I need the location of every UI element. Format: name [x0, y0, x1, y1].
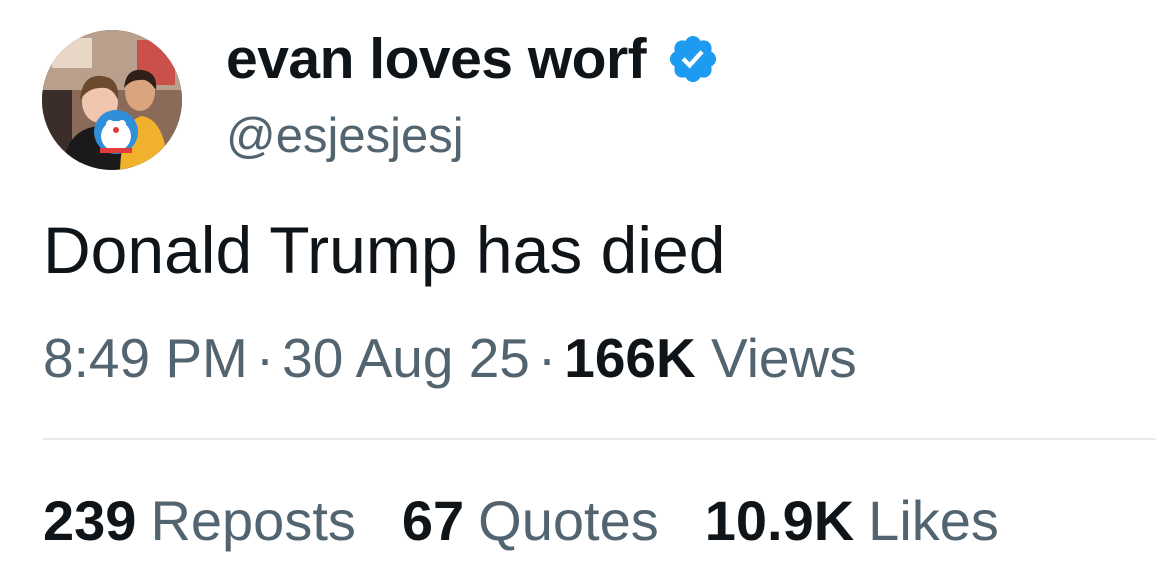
likes-count: 10.9K: [704, 489, 855, 552]
meta-separator: ·: [537, 327, 557, 389]
tweet-card: evan loves worf @esjesjesj Donald Trump …: [0, 0, 1156, 582]
author-display-name[interactable]: evan loves worf: [226, 26, 647, 92]
views-count: 166K: [564, 327, 696, 389]
reposts-count: 239: [43, 489, 137, 552]
verified-badge-icon[interactable]: [666, 32, 720, 86]
tweet-meta: 8:49 PM · 30 Aug 25 · 166K Views: [43, 326, 857, 390]
meta-separator: ·: [255, 327, 275, 389]
engagement-stats: 239 Reposts 67 Quotes 10.9K Likes: [43, 488, 999, 553]
reposts-stat[interactable]: 239 Reposts: [43, 488, 356, 553]
avatar-photo-icon: [42, 30, 182, 170]
tweet-time[interactable]: 8:49 PM: [43, 327, 248, 389]
author-handle[interactable]: @esjesjesj: [226, 108, 464, 164]
divider: [43, 438, 1156, 440]
tweet-date[interactable]: 30 Aug 25: [282, 327, 530, 389]
reposts-label: Reposts: [150, 489, 356, 552]
quotes-stat[interactable]: 67 Quotes: [402, 488, 659, 553]
tweet-text: Donald Trump has died: [43, 213, 726, 287]
quotes-count: 67: [401, 489, 465, 552]
quotes-label: Quotes: [478, 489, 659, 552]
views-label: Views: [711, 327, 857, 389]
author-avatar[interactable]: [42, 30, 182, 170]
author-name-row: evan loves worf: [226, 26, 720, 92]
likes-stat[interactable]: 10.9K Likes: [705, 488, 999, 553]
likes-label: Likes: [868, 489, 999, 552]
